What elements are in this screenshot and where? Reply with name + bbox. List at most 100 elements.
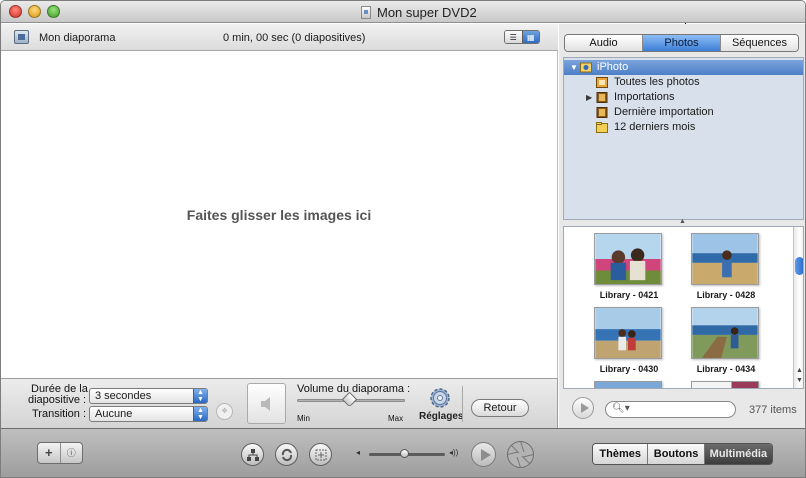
iphoto-icon — [580, 62, 592, 73]
calendar-folder-icon — [596, 122, 608, 133]
themes-button[interactable]: Thèmes — [593, 444, 649, 464]
volume-knob[interactable] — [400, 449, 409, 458]
slide-drop-area[interactable]: Faites glisser les images ici — [1, 51, 558, 378]
minimize-window-button[interactable] — [28, 5, 41, 18]
volume-min-label: Min — [297, 414, 310, 423]
volume-max-label: Max — [388, 414, 404, 423]
popup-arrows-icon: ▲ ▼ — [193, 389, 207, 403]
view-mode-toggle[interactable]: ☰ ▦ — [504, 30, 540, 44]
controls-divider — [462, 386, 463, 422]
audio-drop-well[interactable] — [247, 383, 286, 424]
settings-label: Réglages — [419, 411, 464, 422]
photo-image — [691, 381, 759, 388]
play-preview-button[interactable] — [471, 442, 496, 467]
burn-disc-icon[interactable] — [506, 440, 535, 469]
buttons-button[interactable]: Boutons — [648, 444, 705, 464]
window-title: Mon super DVD2 — [377, 4, 477, 20]
media-tabs: Audio Photos Séquences — [564, 34, 799, 52]
transition-popup[interactable]: Aucune ▲ ▼ — [89, 406, 208, 422]
source-item-imports[interactable]: ▶ Importations — [564, 90, 803, 105]
photo-caption: Library - 0434 — [696, 364, 756, 374]
loop-arrows-icon — [281, 448, 293, 462]
transition-direction-icon[interactable]: ✥ — [216, 403, 233, 420]
speaker-icon — [261, 397, 270, 411]
map-view-button[interactable] — [241, 443, 264, 466]
panel-switcher: Thèmes Boutons Multimédia — [592, 443, 773, 465]
slideshow-icon — [14, 30, 29, 44]
photo-thumbnail[interactable]: Library - 0428 — [691, 233, 763, 300]
photo-search-input[interactable]: 🔍︎▾ — [605, 401, 736, 418]
preview-play-button[interactable] — [572, 397, 594, 419]
tab-audio[interactable]: Audio — [565, 35, 643, 51]
source-label: Importations — [614, 91, 675, 103]
scroll-down-icon[interactable]: ▼ — [796, 377, 803, 384]
slideshow-header: Mon diaporama 0 min, 00 sec (0 diapositi… — [1, 24, 558, 51]
photo-caption: Library - 0421 — [599, 290, 659, 300]
drop-zone-button[interactable] — [309, 443, 332, 466]
photo-source-list: ▼ iPhoto Toutes les photos ▶ Importation… — [563, 57, 804, 220]
gear-icon — [430, 388, 450, 408]
tab-photos[interactable]: Photos — [643, 35, 721, 51]
photo-image — [594, 381, 662, 388]
duration-label-line2: diapositive : — [28, 394, 87, 406]
scrollbar-thumb[interactable] — [795, 257, 803, 275]
list-view-icon[interactable]: ☰ — [505, 31, 522, 43]
slideshow-info: 0 min, 00 sec (0 diapositives) — [223, 32, 366, 44]
duration-value: 3 secondes — [95, 390, 152, 402]
source-label: Toutes les photos — [614, 76, 700, 88]
bottom-toolbar: + ⓘ ◂ ◂)) Thèmes Boutons Multimédia — [1, 428, 805, 477]
photo-thumbnail-partial[interactable] — [691, 381, 763, 388]
transition-label: Transition : — [32, 408, 87, 420]
title-bar: Mon super DVD2 — [1, 1, 805, 23]
search-icon: 🔍︎▾ — [612, 403, 630, 414]
add-info-group: + ⓘ — [37, 442, 83, 464]
preview-volume-slider[interactable]: ◂ ◂)) — [356, 448, 460, 459]
items-count: 377 items — [749, 404, 797, 416]
transition-value: Aucune — [95, 408, 133, 420]
scroll-up-icon[interactable]: ▲ — [796, 367, 803, 374]
media-pane: Audio Photos Séquences ▼ iPhoto Toutes l… — [559, 24, 805, 428]
photo-browser: Library - 0421 Library - 0428 Library - … — [563, 226, 804, 389]
volume-label: Volume du diaporama : — [297, 383, 411, 395]
add-button[interactable]: + — [38, 443, 61, 463]
photo-image — [594, 233, 662, 285]
info-button[interactable]: ⓘ — [61, 443, 83, 463]
motion-button[interactable] — [275, 443, 298, 466]
browser-scrollbar[interactable]: ▲ ▼ — [793, 227, 803, 388]
grid-view-icon[interactable]: ▦ — [521, 31, 539, 43]
source-label: Dernière importation — [614, 106, 714, 118]
disclosure-closed-icon: ▶ — [586, 93, 593, 102]
photo-thumbnail[interactable]: Library - 0430 — [594, 307, 666, 374]
close-window-button[interactable] — [9, 5, 22, 18]
idvd-window: Mon super DVD2 Mon diaporama 0 min, 00 s… — [0, 0, 806, 478]
photo-image — [691, 307, 759, 359]
volume-low-icon: ◂ — [356, 448, 361, 457]
popup-arrows-icon: ▲ ▼ — [193, 407, 207, 421]
zoom-window-button[interactable] — [47, 5, 60, 18]
photo-thumbnail[interactable]: Library - 0434 — [691, 307, 763, 374]
photo-image — [691, 233, 759, 285]
split-resize-handle[interactable]: ▲ — [679, 218, 686, 225]
photo-thumbnail-partial[interactable] — [594, 381, 666, 388]
photo-image — [594, 307, 662, 359]
duration-popup[interactable]: 3 secondes ▲ ▼ — [89, 388, 208, 404]
source-item-iphoto[interactable]: ▼ iPhoto — [564, 60, 803, 75]
slideshow-name: Mon diaporama — [39, 32, 116, 44]
photo-thumbnail[interactable]: Library - 0421 — [594, 233, 666, 300]
source-item-last-import[interactable]: Dernière importation — [564, 105, 803, 120]
back-button[interactable]: Retour — [471, 399, 529, 417]
volume-high-icon: ◂)) — [449, 448, 459, 457]
slideshow-controls: Durée de la diapositive : 3 secondes ▲ ▼ … — [1, 378, 558, 428]
source-label: iPhoto — [597, 61, 629, 73]
source-label: 12 derniers mois — [614, 121, 696, 133]
source-item-last-12-months[interactable]: 12 derniers mois — [564, 120, 803, 135]
media-button[interactable]: Multimédia — [704, 444, 772, 464]
photo-caption: Library - 0430 — [599, 364, 659, 374]
hierarchy-icon — [247, 449, 259, 461]
film-roll-icon — [596, 92, 608, 103]
document-icon — [361, 5, 371, 19]
drop-zone-icon — [315, 449, 327, 461]
tab-sequences[interactable]: Séquences — [721, 35, 798, 51]
source-item-all-photos[interactable]: Toutes les photos — [564, 75, 803, 90]
photo-caption: Library - 0428 — [696, 290, 756, 300]
